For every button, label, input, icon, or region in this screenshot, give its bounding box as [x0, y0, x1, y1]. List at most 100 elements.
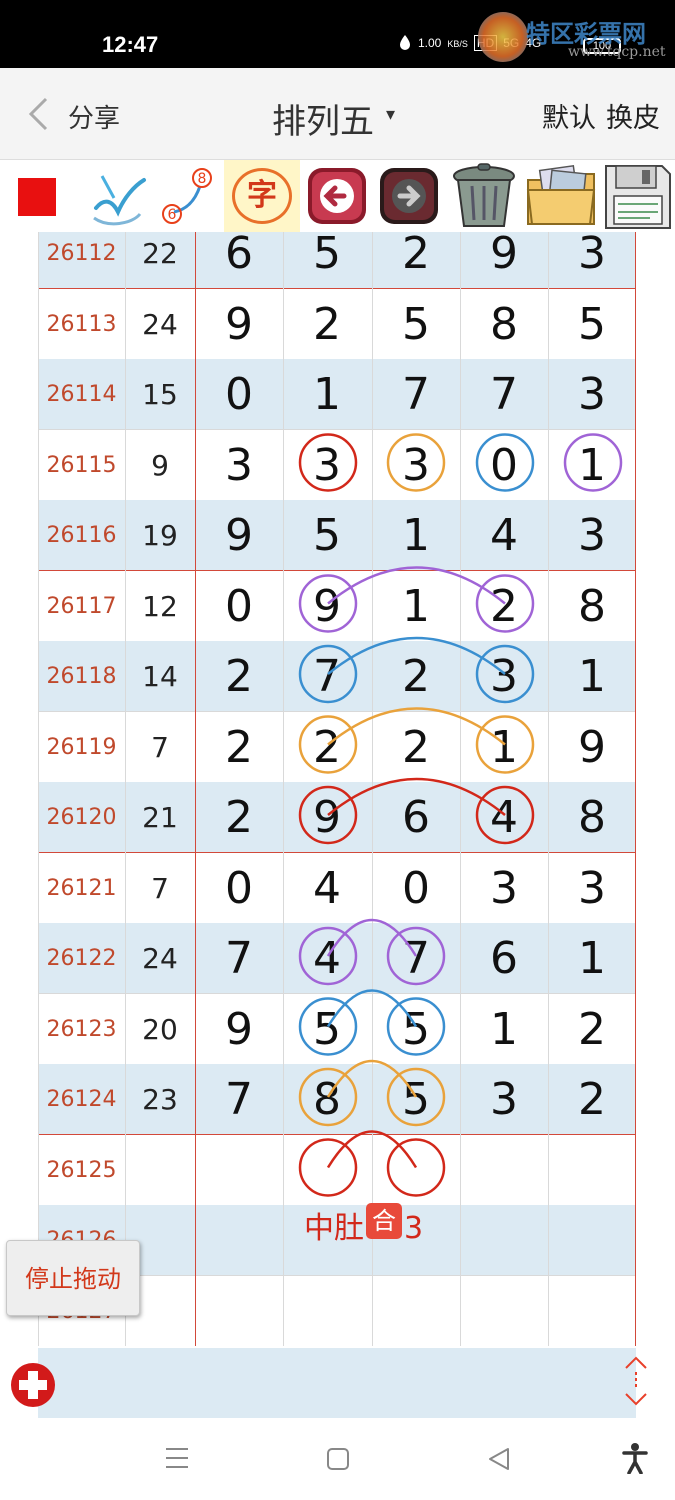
digit-cell[interactable]: 8: [548, 571, 636, 642]
digit-cell[interactable]: 1: [372, 571, 460, 642]
table-row[interactable]: 26118 14 2 7 2 3 1: [38, 641, 636, 712]
table-row[interactable]: 26121 7 0 4 0 3 3: [38, 853, 636, 924]
digit-cell[interactable]: 5: [372, 994, 460, 1065]
default-button[interactable]: 默认: [542, 96, 596, 135]
digit-cell[interactable]: 4: [460, 500, 548, 571]
back-icon[interactable]: [486, 1447, 512, 1471]
digit-cell[interactable]: 7: [195, 923, 283, 994]
digit-cell[interactable]: 3: [460, 1064, 548, 1135]
digit-cell[interactable]: 2: [283, 712, 371, 783]
digit-cell[interactable]: [548, 1276, 636, 1347]
digit-cell[interactable]: 1: [460, 712, 548, 783]
table-row[interactable]: 26113 24 9 2 5 8 5: [38, 289, 636, 360]
digit-cell[interactable]: 9: [460, 232, 548, 289]
digit-cell[interactable]: 5: [548, 289, 636, 360]
accessibility-icon[interactable]: [622, 1442, 648, 1474]
digit-cell[interactable]: 3: [548, 500, 636, 571]
digit-cell[interactable]: 7: [372, 923, 460, 994]
digit-cell[interactable]: 8: [548, 782, 636, 853]
digit-cell[interactable]: [460, 1135, 548, 1206]
digit-cell[interactable]: 2: [195, 782, 283, 853]
digit-cell[interactable]: 3: [460, 853, 548, 924]
digit-cell[interactable]: 2: [195, 641, 283, 712]
digit-cell[interactable]: 7: [195, 1064, 283, 1135]
home-icon[interactable]: [326, 1447, 350, 1471]
table-row[interactable]: 26124 23 7 8 5 3 2: [38, 1064, 636, 1135]
digit-cell[interactable]: [195, 1276, 283, 1347]
digit-cell[interactable]: 3: [548, 232, 636, 289]
digit-cell[interactable]: 1: [460, 994, 548, 1065]
digit-cell[interactable]: 0: [460, 430, 548, 501]
digit-cell[interactable]: 2: [372, 232, 460, 289]
digit-cell[interactable]: 9: [195, 289, 283, 360]
table-row[interactable]: 26116 19 9 5 1 4 3: [38, 500, 636, 571]
digit-cell[interactable]: 4: [283, 923, 371, 994]
digit-cell[interactable]: 1: [283, 359, 371, 430]
digit-cell[interactable]: 3: [548, 853, 636, 924]
digit-cell[interactable]: 9: [283, 571, 371, 642]
digit-cell[interactable]: [548, 1205, 636, 1276]
digit-cell[interactable]: 8: [460, 289, 548, 360]
digit-cell[interactable]: 0: [195, 359, 283, 430]
stop-drag-button[interactable]: 停止拖动: [6, 1240, 140, 1316]
share-button[interactable]: 分享: [68, 98, 120, 135]
digit-cell[interactable]: 3: [372, 430, 460, 501]
digit-cell[interactable]: 9: [548, 712, 636, 783]
digit-cell[interactable]: 9: [283, 782, 371, 853]
digit-cell[interactable]: [372, 1276, 460, 1347]
table-row[interactable]: 26117 12 0 9 1 2 8: [38, 571, 636, 642]
digit-cell[interactable]: 2: [372, 712, 460, 783]
digit-cell[interactable]: 3: [195, 430, 283, 501]
digit-cell[interactable]: 3: [548, 359, 636, 430]
digit-cell[interactable]: 1: [548, 923, 636, 994]
digit-cell[interactable]: 6: [372, 782, 460, 853]
digit-cell[interactable]: 4: [283, 853, 371, 924]
digit-cell[interactable]: 9: [195, 500, 283, 571]
digit-cell[interactable]: 2: [460, 571, 548, 642]
digit-cell[interactable]: 5: [372, 1064, 460, 1135]
digit-cell[interactable]: 5: [372, 289, 460, 360]
digit-cell[interactable]: 2: [283, 289, 371, 360]
table-row[interactable]: 26115 9 3 3 3 0 1: [38, 430, 636, 501]
red-square-icon[interactable]: [18, 178, 56, 216]
table-row[interactable]: 26112 22 6 5 2 9 3: [38, 232, 636, 289]
rod-link-icon[interactable]: 8 6: [154, 164, 218, 228]
save-disk-icon[interactable]: [602, 162, 672, 230]
digit-cell[interactable]: 7: [372, 359, 460, 430]
digit-cell[interactable]: [460, 1276, 548, 1347]
digit-cell[interactable]: 2: [548, 994, 636, 1065]
digit-cell[interactable]: [283, 1135, 371, 1206]
digit-cell[interactable]: 2: [548, 1064, 636, 1135]
digit-cell[interactable]: 4: [460, 782, 548, 853]
digit-cell[interactable]: 8: [283, 1064, 371, 1135]
digit-cell[interactable]: [195, 1205, 283, 1276]
table-row[interactable]: 26119 7 2 2 2 1 9: [38, 712, 636, 783]
digit-cell[interactable]: 1: [548, 641, 636, 712]
title-dropdown-caret-icon[interactable]: ▾: [386, 104, 395, 125]
folder-image-icon[interactable]: [524, 162, 598, 230]
digit-cell[interactable]: 0: [195, 853, 283, 924]
digit-cell[interactable]: [283, 1276, 371, 1347]
digit-cell[interactable]: 1: [372, 500, 460, 571]
table-row[interactable]: 26114 15 0 1 7 7 3: [38, 359, 636, 430]
table-row[interactable]: 26120 21 2 9 6 4 8: [38, 782, 636, 853]
digit-cell[interactable]: 3: [460, 641, 548, 712]
trash-icon[interactable]: [448, 162, 520, 230]
digit-cell[interactable]: 2: [372, 641, 460, 712]
digit-cell[interactable]: [548, 1135, 636, 1206]
table-row[interactable]: 26122 24 7 4 7 6 1: [38, 923, 636, 994]
zi-tool-button[interactable]: 字: [224, 160, 300, 232]
page-title[interactable]: 排列五: [272, 94, 374, 143]
back-chevron-icon[interactable]: [26, 96, 52, 132]
digit-cell[interactable]: 3: [283, 430, 371, 501]
digit-cell[interactable]: [195, 1135, 283, 1206]
digit-cell[interactable]: [372, 1135, 460, 1206]
arrow-left-icon[interactable]: [304, 164, 370, 228]
digit-cell[interactable]: 5: [283, 994, 371, 1065]
digit-cell[interactable]: 5: [283, 232, 371, 289]
digit-cell[interactable]: 0: [372, 853, 460, 924]
menu-icon[interactable]: [164, 1446, 190, 1470]
digit-cell[interactable]: 0: [195, 571, 283, 642]
digit-cell[interactable]: 2: [195, 712, 283, 783]
digit-cell[interactable]: 7: [283, 641, 371, 712]
